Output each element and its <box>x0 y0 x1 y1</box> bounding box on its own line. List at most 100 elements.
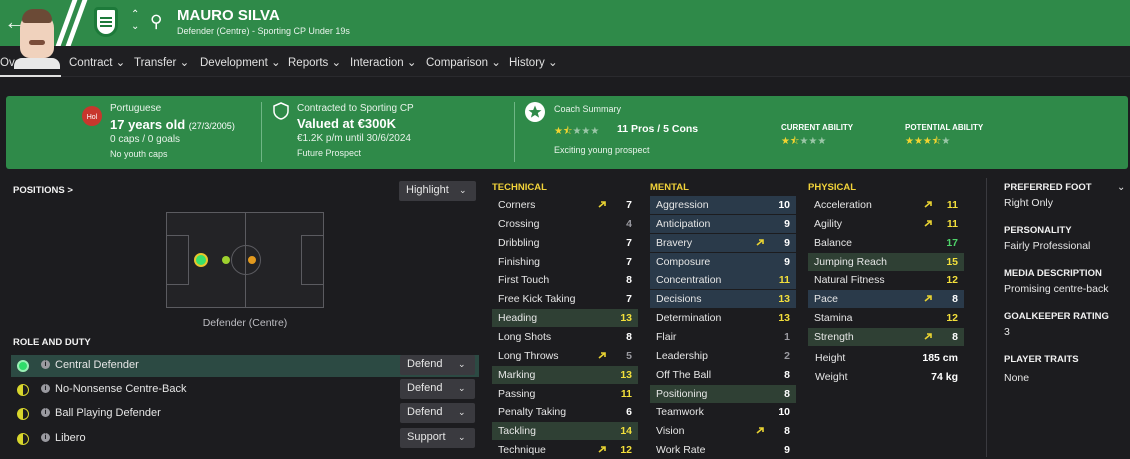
attribute-row-crossing[interactable]: Crossing 4 <box>492 215 638 233</box>
nationality: Portuguese <box>110 103 162 114</box>
duty-dropdown[interactable]: Defend ⌄ <box>400 379 475 399</box>
attribute-row-off-the-ball[interactable]: Off The Ball 8 <box>650 366 796 384</box>
attribute-row-decisions[interactable]: Decisions 13 <box>650 290 796 309</box>
attribute-name: Heading <box>498 312 538 325</box>
attribute-value: 6 <box>626 406 632 419</box>
info-icon[interactable]: i <box>41 384 50 393</box>
attribute-name: Work Rate <box>656 444 706 457</box>
tab-history[interactable]: History ⌄ <box>509 55 558 69</box>
attribute-row-agility[interactable]: Agility 11 <box>808 215 964 233</box>
attribute-row-natural-fitness[interactable]: Natural Fitness 12 <box>808 271 964 289</box>
attribute-row-aggression[interactable]: Aggression 10 <box>650 196 796 214</box>
attribute-name: Dribbling <box>498 236 540 249</box>
player-value: Valued at €300K <box>297 116 396 131</box>
attribute-name: Long Shots <box>498 330 552 343</box>
attribute-row-vision[interactable]: Vision 8 <box>650 422 796 440</box>
attribute-row-penalty-taking[interactable]: Penalty Taking 6 <box>492 403 638 421</box>
attribute-row-pace[interactable]: Pace 8 <box>808 290 964 309</box>
attribute-value: 4 <box>626 217 632 230</box>
banner-divider <box>514 102 515 162</box>
club-crest-icon[interactable] <box>94 7 118 37</box>
attribute-row-anticipation[interactable]: Anticipation 9 <box>650 214 796 233</box>
attribute-name: Determination <box>656 312 722 325</box>
attribute-row-finishing[interactable]: Finishing 7 <box>492 253 638 271</box>
positions-title[interactable]: POSITIONS > <box>13 185 73 196</box>
pitch-diagram[interactable] <box>166 212 324 308</box>
attribute-row-positioning[interactable]: Positioning 8 <box>650 384 796 403</box>
role-row-no-nonsense-centre-back[interactable]: i No-Nonsense Centre-Back Defend ⌄ <box>11 379 479 401</box>
duty-dropdown[interactable]: Support ⌄ <box>400 428 475 448</box>
tab-interaction[interactable]: Interaction ⌄ <box>350 55 417 69</box>
height-value: 185 cm <box>922 352 958 364</box>
attribute-trend-icon <box>598 446 606 453</box>
attribute-row-tackling[interactable]: Tackling 14 <box>492 422 638 441</box>
attribute-name: Vision <box>656 425 685 438</box>
info-icon[interactable]: i <box>41 408 50 417</box>
attribute-row-technique[interactable]: Technique 12 <box>492 441 638 459</box>
coach-star-icon[interactable] <box>525 102 545 122</box>
nationality-flag-icon[interactable]: Hol <box>82 106 102 126</box>
coach-summary-title: Coach Summary <box>554 104 622 114</box>
attribute-value: 12 <box>620 444 632 457</box>
info-icon[interactable]: i <box>41 433 50 442</box>
tab-development[interactable]: Development ⌄ <box>200 55 281 69</box>
attribute-value: 11 <box>946 199 958 211</box>
pitch-centre-circle <box>231 245 261 275</box>
attribute-row-passing[interactable]: Passing 11 <box>492 385 638 403</box>
role-row-central-defender[interactable]: i Central Defender Defend ⌄ <box>11 355 479 377</box>
tab-contract[interactable]: Contract ⌄ <box>69 55 125 69</box>
position-marker-unconvincing[interactable] <box>248 256 256 264</box>
attribute-row-balance[interactable]: Balance 17 <box>808 234 964 252</box>
attribute-name: Penalty Taking <box>498 406 567 419</box>
highlight-label: Highlight <box>406 184 449 196</box>
attribute-row-composure[interactable]: Composure 9 <box>650 252 796 271</box>
player-switch-icon[interactable]: ⌃ ⌄ <box>131 9 139 33</box>
role-row-libero[interactable]: i Libero Support ⌄ <box>11 428 479 450</box>
attribute-row-first-touch[interactable]: First Touch 8 <box>492 271 638 289</box>
tab-reports[interactable]: Reports ⌄ <box>288 55 341 69</box>
attribute-row-dribbling[interactable]: Dribbling 7 <box>492 234 638 252</box>
attribute-row-bravery[interactable]: Bravery 9 <box>650 233 796 252</box>
attribute-row-stamina[interactable]: Stamina 12 <box>808 309 964 327</box>
attribute-row-determination[interactable]: Determination 13 <box>650 309 796 327</box>
attribute-value: 8 <box>952 330 958 343</box>
pros-cons[interactable]: 11 Pros / 5 Cons <box>617 123 698 135</box>
attribute-row-jumping-reach[interactable]: Jumping Reach 15 <box>808 252 964 271</box>
tab-transfer[interactable]: Transfer ⌄ <box>134 55 189 69</box>
search-icon[interactable]: ⚲ <box>150 12 162 32</box>
contract-club: Contracted to Sporting CP <box>297 103 414 114</box>
chevron-down-icon[interactable]: ⌄ <box>1117 182 1125 193</box>
attribute-row-work-rate[interactable]: Work Rate 9 <box>650 441 796 459</box>
attribute-value: 13 <box>778 293 790 306</box>
attribute-value: 10 <box>778 406 790 419</box>
attribute-row-leadership[interactable]: Leadership 2 <box>650 347 796 365</box>
duty-dropdown[interactable]: Defend ⌄ <box>400 403 475 423</box>
attribute-row-strength[interactable]: Strength 8 <box>808 327 964 346</box>
attribute-value: 12 <box>946 312 958 325</box>
duty-label: Support <box>407 431 446 443</box>
attribute-row-concentration[interactable]: Concentration 11 <box>650 271 796 290</box>
weight-label: Weight <box>815 371 848 383</box>
attribute-name: Acceleration <box>814 199 872 211</box>
attribute-name: Agility <box>814 217 843 230</box>
attribute-row-marking[interactable]: Marking 13 <box>492 365 638 384</box>
attribute-row-acceleration[interactable]: Acceleration 11 <box>808 196 964 214</box>
attribute-row-free-kick-taking[interactable]: Free Kick Taking 7 <box>492 290 638 308</box>
attribute-row-flair[interactable]: Flair 1 <box>650 328 796 346</box>
highlight-dropdown[interactable]: Highlight ⌄ <box>399 181 476 201</box>
attribute-row-heading[interactable]: Heading 13 <box>492 309 638 328</box>
info-icon[interactable]: i <box>41 360 50 369</box>
role-row-ball-playing-defender[interactable]: i Ball Playing Defender Defend ⌄ <box>11 403 479 425</box>
attribute-row-corners[interactable]: Corners 7 <box>492 196 638 214</box>
position-marker-accomplished[interactable] <box>222 256 230 264</box>
position-marker-natural[interactable] <box>194 253 208 267</box>
attribute-value: 8 <box>784 368 790 381</box>
attribute-value: 10 <box>778 199 790 211</box>
attribute-row-teamwork[interactable]: Teamwork 10 <box>650 403 796 421</box>
attribute-row-long-shots[interactable]: Long Shots 8 <box>492 328 638 346</box>
tab-comparison[interactable]: Comparison ⌄ <box>426 55 501 69</box>
attribute-row-long-throws[interactable]: Long Throws 5 <box>492 347 638 365</box>
duty-dropdown[interactable]: Defend ⌄ <box>400 355 475 375</box>
attribute-value: 13 <box>778 312 790 325</box>
chevron-down-icon: ⌄ <box>458 432 466 442</box>
